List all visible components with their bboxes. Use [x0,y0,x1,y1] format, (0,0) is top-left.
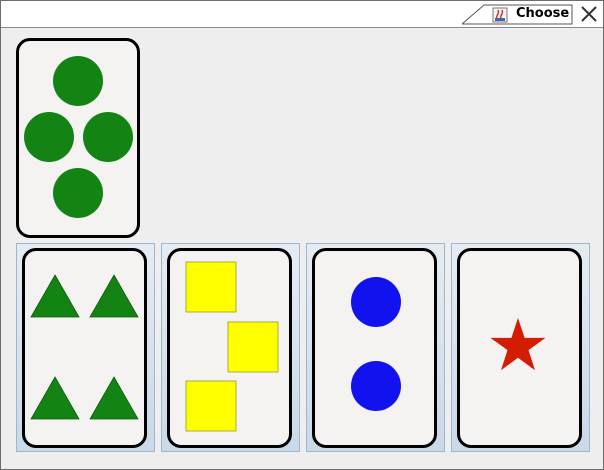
choice-slot-squares[interactable] [161,243,300,452]
game-area [1,28,603,469]
green-triangle [30,274,80,318]
yellow-square [185,380,237,432]
blue-circle [351,277,401,327]
deal-card[interactable] [16,38,140,238]
circles-card[interactable] [312,248,437,448]
yellow-square [185,261,237,313]
star-card-shapes [490,318,546,371]
triangles-card[interactable] [22,248,147,448]
blue-circle [351,361,401,411]
choice-slot-triangles[interactable] [16,243,155,452]
deal-card-shapes [24,56,133,218]
squares-card[interactable] [167,248,292,448]
red-star [490,318,546,371]
green-circle [53,56,103,106]
choice-slot-circles[interactable] [306,243,445,452]
java-app-icon [492,7,508,23]
close-icon[interactable] [579,4,599,24]
squares-card-shapes [185,261,279,432]
circles-card-shapes [351,277,401,411]
green-triangle [89,274,139,318]
choose-tab[interactable]: Choose [462,4,573,25]
green-circle [53,168,103,218]
green-circle [24,112,74,162]
tab-label: Choose [516,6,570,21]
title-bar: Choose [1,1,603,28]
yellow-square [227,321,279,373]
star-card[interactable] [457,248,582,448]
green-triangle [30,376,80,420]
triangles-card-shapes [30,274,139,420]
green-circle [83,112,133,162]
green-triangle [89,376,139,420]
choice-slot-star[interactable] [451,243,590,452]
choose-window: Choose [0,0,604,470]
